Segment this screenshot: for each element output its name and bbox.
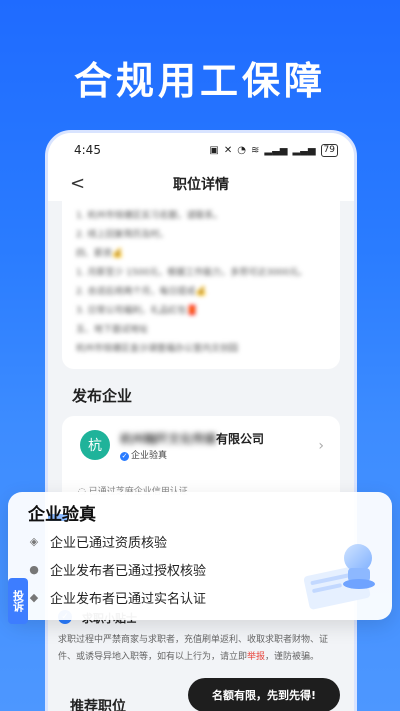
verify-tag-label: 企业验真 xyxy=(131,451,168,461)
verify-item: ◆ 企业发布者已通过实名认证 xyxy=(28,588,206,607)
page-title: 职位详情 xyxy=(173,177,229,193)
chevron-right-icon: › xyxy=(318,438,324,454)
alarm-icon: ◔ xyxy=(237,144,246,156)
verify-item: ◈ 企业已通过资质核验 xyxy=(28,532,167,551)
company-section-title: 发布企业 xyxy=(72,387,133,405)
nav-bar: < 职位详情 xyxy=(48,167,354,201)
headline: 合规用工保障 xyxy=(73,59,326,103)
tips-body-post: ，谨防被骗。 xyxy=(265,652,320,662)
verify-item-label: 企业已通过资质核验 xyxy=(50,536,168,551)
overlay-title: 企业验真 xyxy=(28,500,96,525)
mute-icon: ✕ xyxy=(223,144,233,156)
tips-body: 求职过程中严禁商家与求职者，充值刷单返利、收取求职者财物、证件、或诱导异地入职等… xyxy=(58,632,344,666)
signal-icon: ▂▃▅ xyxy=(264,144,288,156)
description-line: 3. 日常公司福利，礼品红包🧧 xyxy=(76,306,198,316)
status-icons: ▣ ✕ ◔ ≋ ▂▃▅ ▂▃▅ 79 xyxy=(209,143,338,157)
recommend-title: 推荐职位 xyxy=(70,699,126,711)
company-name-suffix: 有限公司 xyxy=(216,432,265,446)
report-link[interactable]: 举报 xyxy=(247,652,265,662)
complaint-tab[interactable]: 投诉 xyxy=(8,578,28,624)
verify-tag: ✓ 企业验真 xyxy=(120,448,167,461)
diamond-icon: ◈ xyxy=(29,535,39,548)
promo-toast[interactable]: 名额有限，先到先得! xyxy=(188,678,340,711)
description-line: 四、薪资💰 xyxy=(76,249,124,259)
description-line: 2. 线上回复简历及时。 xyxy=(76,230,169,240)
status-bar: 4:45 ▣ ✕ ◔ ≋ ▂▃▅ ▂▃▅ 79 xyxy=(48,133,354,167)
overlay-title-label: 企业验真 xyxy=(28,505,96,525)
signal-icon-2: ▂▃▅ xyxy=(292,144,316,156)
verify-item-label: 企业发布者已通过授权核验 xyxy=(50,564,207,579)
verified-check-icon: ✓ xyxy=(120,452,129,461)
user-icon: ● xyxy=(29,563,39,576)
company-name-blurred: 杭州翰阡文化传媒 xyxy=(120,432,217,446)
description-line: 2. 合适后将两个月，每日提成💰 xyxy=(76,287,207,297)
wifi-icon: ≋ xyxy=(251,144,260,156)
nfc-icon: ▣ xyxy=(209,144,219,156)
company-logo: 杭 xyxy=(80,430,110,460)
back-icon[interactable]: < xyxy=(70,173,85,194)
job-description: 1. 杭州市钱塘区实习名额，请联系。 2. 线上回复简历及时。 四、薪资💰 1.… xyxy=(62,201,340,369)
description-line: 1. 杭州市钱塘区实习名额，请联系。 xyxy=(76,211,223,221)
description-line: 五、地下面试地址 xyxy=(76,325,149,335)
battery-icon: 79 xyxy=(320,143,338,157)
shield-icon: ◆ xyxy=(29,591,39,604)
description-line: 杭州市钱塘区金沙湖壹福办公室内文创园 xyxy=(76,344,239,354)
company-name: 杭州翰阡文化传媒有限公司 xyxy=(120,430,264,447)
verify-item-label: 企业发布者已通过实名认证 xyxy=(50,592,207,607)
status-time: 4:45 xyxy=(74,143,101,157)
verify-item: ● 企业发布者已通过授权核验 xyxy=(28,560,206,579)
description-line: 1. 月薪至少 1500元，根据工作能力，多劳可达3000元。 xyxy=(76,268,308,278)
verification-overlay: 企业验真 ◈ 企业已通过资质核验 ● 企业发布者已通过授权核验 ◆ 企业发布者已… xyxy=(8,492,392,620)
seal-stamp-icon xyxy=(303,544,375,610)
